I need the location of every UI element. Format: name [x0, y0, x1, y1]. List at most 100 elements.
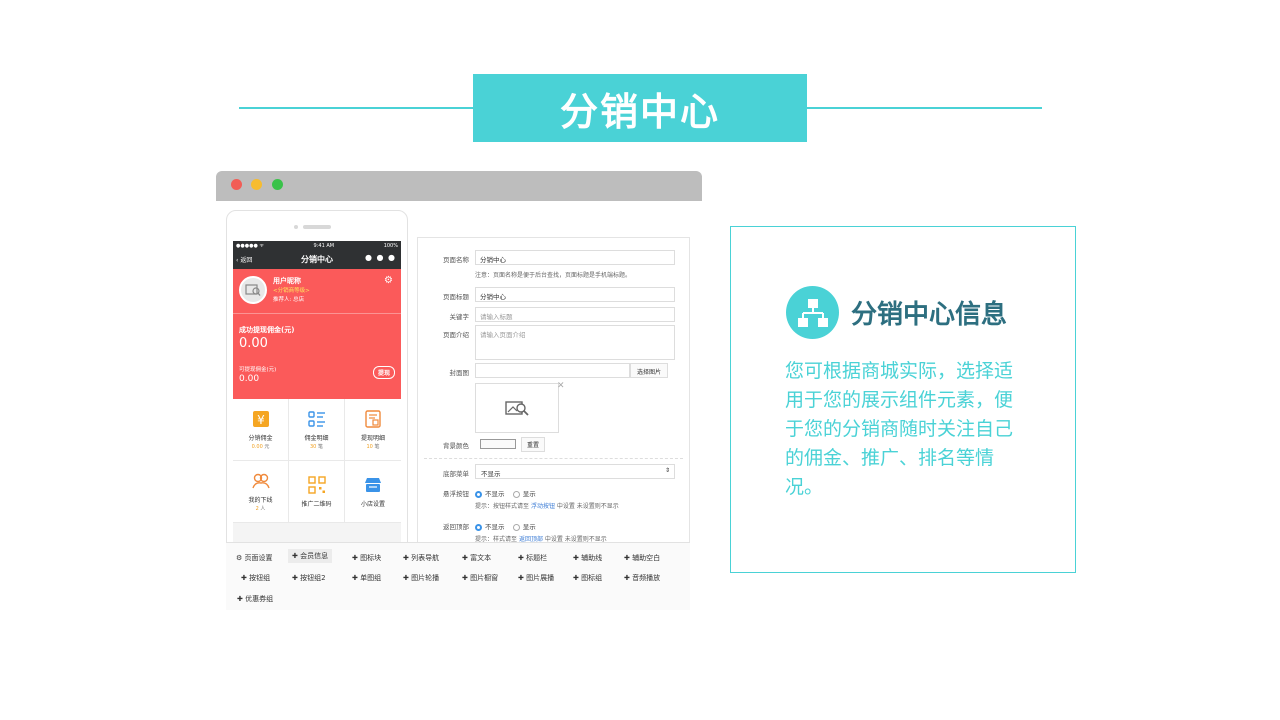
page-name-input[interactable]: 分销中心: [475, 250, 675, 265]
tool-icon-group[interactable]: ✚ 图标组: [569, 571, 606, 585]
chevron-updown-icon: ⇕: [664, 467, 670, 474]
tool-list-nav[interactable]: ✚ 列表导航: [399, 551, 443, 565]
back-top-options: 不显示 显示: [475, 521, 536, 531]
avatar[interactable]: [239, 276, 267, 304]
grid-label: 小店设置: [360, 501, 385, 508]
float-off-label: 不显示: [485, 490, 505, 498]
bottom-menu-select[interactable]: 不显示 ⇕: [475, 464, 675, 479]
document-icon: [365, 410, 381, 428]
grid-sub: 30 笔: [310, 444, 323, 450]
org-chart-icon: [786, 286, 839, 339]
tool-guide-line[interactable]: ✚ 辅助线: [569, 551, 606, 565]
withdrawable-label: 可提现佣金(元): [239, 367, 277, 373]
title-line-left: [239, 107, 473, 109]
backtop-off-label: 不显示: [485, 523, 505, 531]
close-dot-icon: [231, 179, 242, 190]
hierarchy-icon: [797, 298, 828, 327]
tool-single-image[interactable]: ✚ 单图组: [348, 571, 385, 585]
grid-item-downline[interactable]: 我的下线 2 人: [233, 461, 289, 523]
choose-image-button[interactable]: 选择图片: [630, 363, 669, 378]
radio-backtop-on[interactable]: [512, 523, 520, 531]
float-button-hint: 提示：按钮样式请至 浮动按钮 中设置 未设置则不显示: [475, 503, 619, 510]
maximize-dot-icon: [272, 179, 283, 190]
gear-icon[interactable]: ⚙: [384, 275, 393, 286]
grid-item-commission[interactable]: ¥ 分销佣金 0.00 元: [233, 399, 289, 461]
signal-text: ●●●●● ᯤ: [236, 242, 264, 249]
grid-item-commission-detail[interactable]: 佣金明细 30 笔: [289, 399, 345, 461]
page-name-hint: 注意：页面名称是便于后台查找，页面标题是手机端标题。: [475, 272, 632, 279]
battery-text: 100%: [383, 242, 398, 249]
tool-image-showcase[interactable]: ✚ 图片展播: [514, 571, 558, 585]
radio-float-on[interactable]: [512, 490, 520, 498]
back-top-label: 返回顶部: [443, 523, 469, 531]
tool-button-group[interactable]: ✚ 按钮组: [237, 571, 274, 585]
user-level: <分销商等级>: [273, 288, 310, 294]
color-swatch[interactable]: [480, 439, 516, 449]
page-title: 分销中心: [473, 74, 807, 142]
svg-text:¥: ¥: [257, 413, 265, 427]
income-value: 0.00: [239, 336, 268, 351]
tool-page-settings[interactable]: ⚙ 页面设置: [232, 551, 277, 565]
bottom-menu-label: 底部菜单: [443, 470, 469, 478]
shop-icon: [365, 478, 381, 492]
radio-backtop-off[interactable]: [475, 523, 482, 531]
status-bar: ●●●●● ᯤ 9:41 AM 100%: [233, 241, 401, 250]
tool-coupon-group[interactable]: ✚ 优惠券组: [233, 592, 277, 606]
withdraw-button[interactable]: 提现: [372, 366, 395, 379]
tool-icon-block[interactable]: ✚ 图标块: [348, 551, 385, 565]
tool-audio-player[interactable]: ✚ 音频播放: [620, 571, 664, 585]
tool-rich-text[interactable]: ✚ 富文本: [458, 551, 495, 565]
settings-form: 页面名称 分销中心 注意：页面名称是便于后台查找，页面标题是手机端标题。 页面标…: [417, 237, 690, 547]
grid-label: 分销佣金: [248, 435, 273, 442]
radio-float-off[interactable]: [475, 490, 482, 498]
tool-member-info[interactable]: ✚ 会员信息: [288, 549, 333, 563]
grid-item-withdraw-detail[interactable]: 提现明细 10 笔: [345, 399, 401, 461]
image-placeholder-icon: [505, 401, 529, 416]
window-titlebar: [216, 171, 702, 201]
yen-icon: ¥: [252, 411, 269, 427]
grid-sub: 2 人: [255, 506, 266, 512]
grid-sub: 10 笔: [366, 444, 380, 450]
keyword-input[interactable]: 请输入标题: [475, 307, 675, 322]
card-description: 您可根据商城实际，选择适用于您的展示组件元素，便于您的分销商随时关注自己的佣金、…: [785, 360, 1014, 498]
title-line-right: [807, 107, 1042, 109]
function-grid: ¥ 分销佣金 0.00 元 佣金明细 30 笔 提现明细 10 笔 我的下线 2…: [233, 399, 401, 523]
grid-item-qrcode[interactable]: 推广二维码: [289, 461, 345, 523]
float-on-label: 显示: [522, 490, 536, 498]
keyword-label: 关键字: [449, 313, 470, 321]
grid-label: 提现明细: [360, 435, 385, 442]
component-toolbar: ⚙ 页面设置 ✚ 会员信息 ✚ 图标块 ✚ 列表导航 ✚ 富文本 ✚ 标题栏 ✚…: [226, 542, 690, 610]
tool-image-carousel[interactable]: ✚ 图片轮播: [399, 571, 443, 585]
reset-color-button[interactable]: 重置: [521, 437, 546, 452]
withdrawable-value: 0.00: [239, 374, 260, 384]
user-nickname: 用户昵称: [273, 277, 301, 285]
list-icon: [307, 411, 325, 427]
nav-bar: ‹ 返回 分销中心 ● ● ●: [233, 250, 401, 269]
minimize-dot-icon: [251, 179, 262, 190]
slide: 分销中心 ●●●●● ᯤ 9:41 AM 100% ‹ 返回 分销中心 ● ● …: [0, 0, 1280, 720]
grid-label: 我的下线: [248, 497, 273, 504]
page-title-label: 页面标题: [443, 293, 469, 301]
grid-item-shop-settings[interactable]: 小店设置: [345, 461, 401, 523]
qrcode-icon: [307, 476, 326, 494]
page-name-label: 页面名称: [443, 256, 469, 264]
tool-title-bar[interactable]: ✚ 标题栏: [514, 551, 551, 565]
cover-input[interactable]: [475, 363, 630, 378]
grid-label: 佣金明细: [304, 435, 329, 442]
more-icon[interactable]: ● ● ●: [365, 253, 396, 262]
remove-cover-icon[interactable]: ✕: [557, 381, 565, 391]
tool-image-window[interactable]: ✚ 图片橱窗: [458, 571, 502, 585]
window-body: ●●●●● ᯤ 9:41 AM 100% ‹ 返回 分销中心 ● ● ● 用户昵…: [216, 201, 702, 610]
intro-label: 页面介绍: [443, 331, 469, 339]
bottom-menu-value: 不显示: [481, 470, 501, 478]
tool-button-group-2[interactable]: ✚ 按钮组2: [288, 571, 330, 585]
income-label: 成功提现佣金(元): [239, 326, 295, 334]
float-button-link[interactable]: 浮动按钮: [531, 503, 555, 510]
form-divider: [424, 458, 683, 459]
page-title-input[interactable]: 分销中心: [475, 287, 675, 302]
cover-preview: [475, 383, 559, 433]
profile-section: 用户昵称 <分销商等级> 推荐人: 总店 ⚙: [233, 269, 401, 314]
tool-spacer[interactable]: ✚ 辅助空白: [620, 551, 664, 565]
info-card: 分销中心信息 您可根据商城实际，选择适用于您的展示组件元素，便于您的分销商随时关…: [730, 226, 1076, 573]
intro-textarea[interactable]: 请输入页面介绍: [475, 325, 675, 360]
